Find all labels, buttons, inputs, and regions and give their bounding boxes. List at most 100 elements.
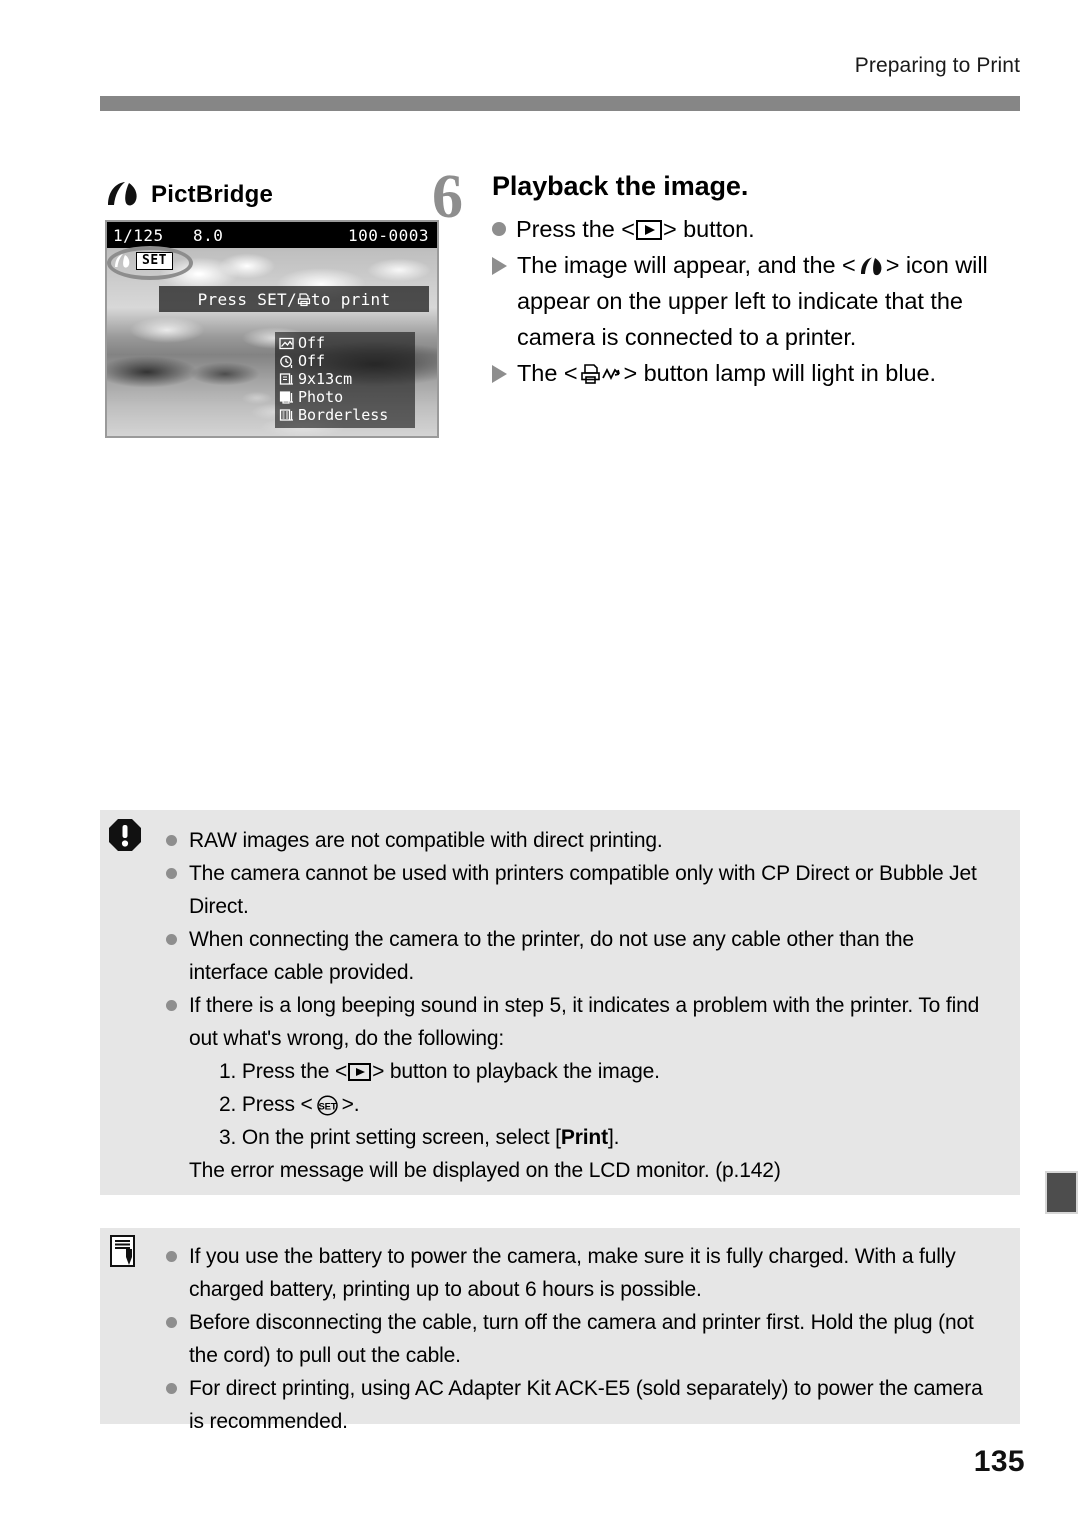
caution-item-text: RAW images are not compatible with direc… (189, 829, 663, 852)
lcd-aperture: 8.0 (193, 225, 224, 245)
step-number: 6 (432, 163, 463, 231)
lcd-file-number: 100-0003 (347, 225, 429, 245)
step-instruction: Press the < > button. (492, 211, 1022, 247)
playback-button-icon (635, 219, 662, 240)
lcd-print-settings-list: Off Off 9x13cm Photo Borderless (275, 332, 415, 428)
beep-lead-text: If there is a long beeping sound in step… (189, 994, 980, 1050)
note-item: If you use the battery to power the came… (166, 1240, 994, 1306)
lcd-setting-value: Off (298, 334, 326, 352)
step-instruction-text: Press the < > button. (516, 211, 1022, 247)
chapter-tab (1045, 1171, 1078, 1214)
step-title: Playback the image. (492, 171, 749, 201)
svg-text:SET: SET (318, 1101, 336, 1112)
step-post-text: ]. (607, 1126, 620, 1149)
paper-size-icon (279, 372, 295, 387)
note-item-text: Before disconnecting the cable, turn off… (189, 1311, 974, 1367)
set-button-icon: SET (314, 1093, 341, 1116)
lcd-info-bar: 1/125 8.0 100-0003 (107, 222, 437, 248)
step-text-part: The image will appear, and the < (517, 251, 856, 278)
bullet-dot-icon (166, 1317, 177, 1328)
note-callout-box: If you use the battery to power the came… (100, 1228, 1020, 1433)
page-running-header: Preparing to Print (854, 54, 1020, 77)
bullet-dot-icon (166, 934, 177, 945)
step-instruction: The image will appear, and the < > icon … (492, 247, 1022, 355)
lcd-setting-value: Borderless (298, 406, 389, 424)
caution-item-text: When connecting the camera to the printe… (189, 928, 914, 984)
bullet-dot-icon (492, 221, 506, 236)
step-instruction: The < > button lamp will light in blue. (492, 355, 1022, 391)
pictbridge-panel: PictBridge 1/125 8.0 100-0003 SET Press … (105, 176, 440, 438)
caution-item: The camera cannot be used with printers … (166, 857, 994, 923)
step-text-part: Press the < (516, 215, 635, 242)
step-post-text: >. (341, 1093, 360, 1116)
step-text-part: > button. (662, 215, 755, 242)
step-number-label: 1. (219, 1060, 237, 1083)
step-pre-text: Press < (241, 1093, 313, 1116)
print-menu-label: Print (560, 1126, 608, 1149)
pictbridge-logo-icon (105, 180, 141, 210)
caution-item-text: If there is a long beeping sound in step… (189, 989, 994, 1187)
step-text-part: The < (517, 359, 578, 386)
lcd-setting-row: Off (279, 335, 411, 352)
bullet-dot-icon (166, 1000, 177, 1011)
note-item: Before disconnecting the cable, turn off… (166, 1306, 994, 1372)
caution-item: RAW images are not compatible with direc… (166, 824, 994, 857)
bullet-dot-icon (166, 835, 177, 846)
step-instruction-list: Press the < > button. The image will appe… (492, 211, 1022, 391)
ellipse-highlight (107, 246, 193, 280)
note-item: For direct printing, using AC Adapter Ki… (166, 1372, 994, 1438)
pictbridge-icon (858, 251, 884, 275)
lcd-shutter-speed: 1/125 (113, 225, 164, 245)
step-number-label: 2. (219, 1093, 237, 1116)
pictbridge-label: PictBridge (151, 181, 274, 208)
beep-closing-text: The error message will be displayed on t… (189, 1159, 781, 1182)
caution-item-beep: If there is a long beeping sound in step… (166, 989, 994, 1187)
note-icon (108, 1234, 142, 1268)
lcd-setting-row: Off (279, 353, 411, 370)
lcd-print-prompt: Press SET/ to print (159, 286, 429, 312)
pictbridge-heading: PictBridge (105, 176, 440, 214)
bullet-dot-icon (166, 1383, 177, 1394)
bullet-dot-icon (166, 868, 177, 879)
lcd-setting-value: 9x13cm (298, 370, 353, 388)
step-number-label: 3. (219, 1126, 237, 1149)
paper-type-icon (279, 390, 295, 405)
lcd-prompt-prefix: Press SET/ (197, 289, 297, 309)
caution-item: When connecting the camera to the printe… (166, 923, 994, 989)
troubleshoot-step: 1. Press the < > button to playback the i… (219, 1055, 994, 1088)
header-rule (100, 96, 1020, 111)
page-number: 135 (973, 1445, 1025, 1478)
caution-item-text: The camera cannot be used with printers … (189, 862, 977, 918)
step-block-6: 6 Playback the image. Press the < > butto… (432, 166, 1022, 391)
result-triangle-icon (492, 256, 507, 275)
printer-icon (297, 292, 311, 307)
troubleshoot-step-list: 1. Press the < > button to playback the i… (219, 1055, 994, 1154)
troubleshoot-step: 2. Press < SET >. (219, 1088, 994, 1121)
lcd-setting-row: 9x13cm (279, 371, 411, 388)
step-post-text: > button to playback the image. (372, 1060, 660, 1083)
playback-button-icon (348, 1063, 372, 1081)
lcd-prompt-suffix: to print (310, 289, 391, 309)
step-text-part: > button lamp will light in blue. (623, 359, 937, 386)
print-share-button-icon (579, 359, 623, 384)
page-layout-icon (279, 408, 295, 423)
lcd-setting-row: Borderless (279, 407, 411, 424)
caution-icon (108, 818, 142, 852)
step-instruction-text: The < > button lamp will light in blue. (517, 355, 1022, 391)
step-instruction-text: The image will appear, and the < > icon … (517, 247, 1022, 355)
troubleshoot-step: 3. On the print setting screen, select [… (219, 1121, 994, 1154)
lcd-preview-screen: 1/125 8.0 100-0003 SET Press SET/ to pri… (105, 220, 439, 438)
step-pre-text: Press the < (241, 1060, 348, 1083)
print-effect-icon (279, 336, 295, 351)
manual-page: Preparing to Print PictBridge 1/125 8.0 … (0, 0, 1080, 1521)
caution-callout-box: RAW images are not compatible with direc… (100, 810, 1020, 1195)
bullet-dot-icon (166, 1251, 177, 1262)
note-item-text: For direct printing, using AC Adapter Ki… (189, 1377, 983, 1433)
note-item-text: If you use the battery to power the came… (189, 1245, 956, 1301)
date-imprint-icon (279, 354, 295, 369)
result-triangle-icon (492, 364, 507, 383)
lcd-setting-value: Photo (298, 388, 344, 406)
step-pre-text: On the print setting screen, select [ (241, 1126, 561, 1149)
lcd-setting-row: Photo (279, 389, 411, 406)
lcd-setting-value: Off (298, 352, 326, 370)
